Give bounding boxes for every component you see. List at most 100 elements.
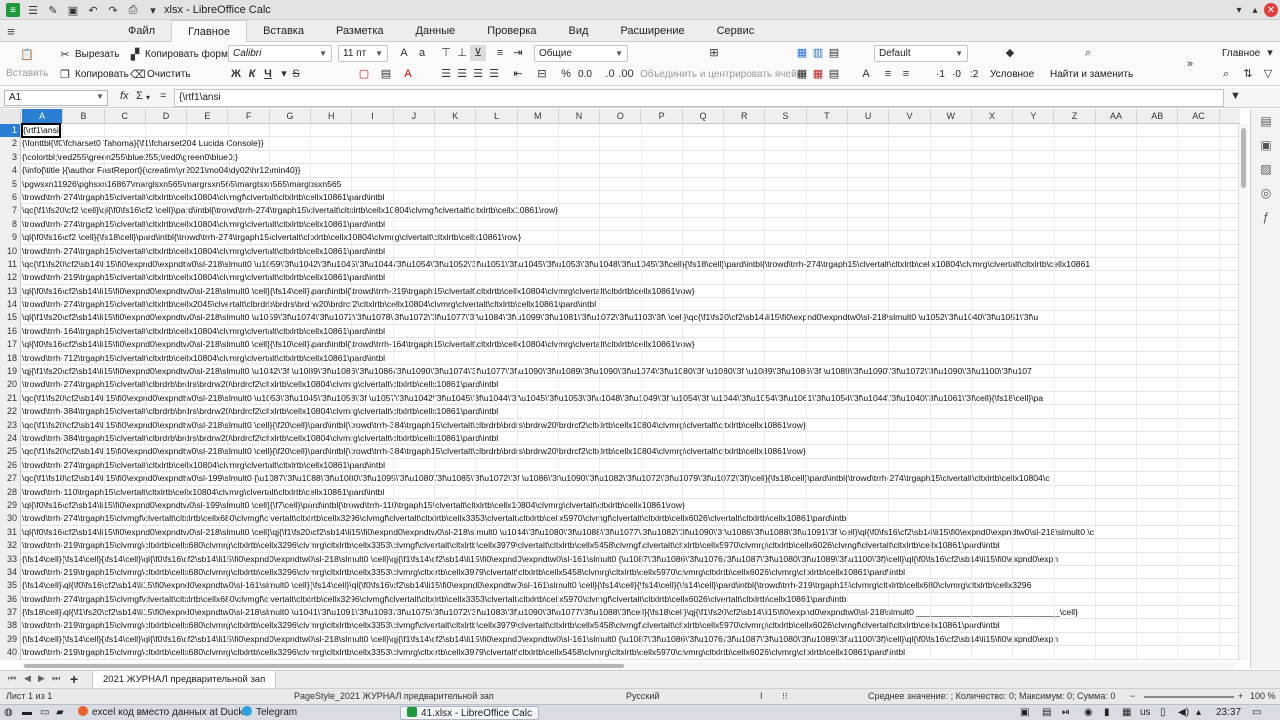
row-header[interactable]: 7 <box>0 204 21 218</box>
justify-icon[interactable]: ☰ <box>486 66 502 82</box>
bold-button[interactable]: Ж <box>228 66 244 82</box>
filter-icon[interactable]: ▽ <box>1260 66 1276 82</box>
column-header[interactable]: H <box>311 109 353 124</box>
cell[interactable]: \ql{\f1\fs20\cf2\sb14\li15\fi0\expnd0\ex… <box>22 311 1038 324</box>
cell[interactable]: {\fs18\cell}\ql{\f1\fs20\cf2\sb14\li15\f… <box>22 606 1078 619</box>
cell[interactable]: \trowd\trrh-219\trgaph15\clvmrg\cltxlrtb… <box>22 566 905 579</box>
row-icon[interactable]: ▥ <box>810 45 826 61</box>
tab-extension[interactable]: Расширение <box>604 20 700 42</box>
align-left-icon[interactable]: ☰ <box>438 66 454 82</box>
zoom-level[interactable]: 100 % <box>1250 691 1276 701</box>
paste-icon[interactable]: 📋 <box>20 48 37 61</box>
cell[interactable]: \trowd\trrh-219\trgaph15\clvmrg\cltxlrtb… <box>22 619 1000 632</box>
row-header[interactable]: 33 <box>0 552 21 566</box>
tab-data[interactable]: Данные <box>400 20 472 42</box>
insert-icon[interactable]: ▦ <box>794 66 810 82</box>
volume-icon[interactable]: ◀) <box>1178 706 1189 720</box>
shrink-font-icon[interactable]: a <box>414 45 430 61</box>
tab-file[interactable]: Файл <box>112 20 171 42</box>
zoom-slider[interactable] <box>1144 696 1234 698</box>
tray-icon-2[interactable]: ▤ <box>1042 706 1051 720</box>
show-desktop-icon[interactable]: ▭ <box>1252 706 1261 720</box>
italic-button[interactable]: К <box>244 66 260 82</box>
align-right-icon[interactable]: ☰ <box>470 66 486 82</box>
clipboard-icon[interactable]: ▯ <box>1160 706 1166 720</box>
row-header[interactable]: 31 <box>0 525 21 540</box>
column-header[interactable]: E <box>187 109 229 124</box>
copy-button[interactable]: ❐ Копировать <box>58 68 129 81</box>
row-header[interactable]: 30 <box>0 512 21 526</box>
row-header[interactable]: 5 <box>0 177 21 191</box>
add-decimal-icon[interactable]: .0 <box>602 66 618 82</box>
column-header[interactable]: A <box>22 109 64 124</box>
column-header[interactable]: K <box>435 109 477 124</box>
properties-icon[interactable]: ▤ <box>1251 109 1280 133</box>
column-header[interactable]: Q <box>683 109 725 124</box>
cell[interactable]: \trowd\trrh-274\trgaph15\clvertalt\cltxl… <box>22 298 596 311</box>
cell[interactable]: {\rtf1\ansi <box>21 122 61 139</box>
delete-icon[interactable]: ▦ <box>810 66 826 82</box>
number-format-button[interactable]: 0.0 <box>578 69 592 80</box>
align-middle-icon[interactable]: ⊥ <box>454 45 470 61</box>
row-header[interactable]: 21 <box>0 391 21 406</box>
cell[interactable]: \trowd\trrh-274\trgaph15\clvertalt\cltxl… <box>22 218 385 231</box>
row-header[interactable]: 11 <box>0 257 21 272</box>
row-header[interactable]: 20 <box>0 378 21 392</box>
highlight-icon[interactable]: ▤ <box>378 66 394 82</box>
column-header[interactable]: W <box>931 109 972 124</box>
redo-icon[interactable]: ↷ <box>106 3 120 17</box>
tab-view[interactable]: Вид <box>553 20 605 42</box>
column-header[interactable]: L <box>476 109 518 124</box>
merge-icon[interactable]: ⊞ <box>706 45 722 61</box>
row-header[interactable]: 27 <box>0 472 21 486</box>
column-header[interactable]: D <box>146 109 188 124</box>
row-header[interactable]: 24 <box>0 431 21 446</box>
pin-icon[interactable]: ✎ <box>46 3 60 17</box>
sum-icon[interactable]: Σ <box>136 90 143 102</box>
add-sheet-icon[interactable]: + <box>70 671 78 687</box>
vertical-scrollbar[interactable] <box>1238 124 1248 660</box>
cell[interactable]: {\colortbl;\red255\green255\blue255;\red… <box>22 151 238 164</box>
cell[interactable]: \trowd\trrh-219\trgaph15\clvmrg\cltxlrtb… <box>22 646 905 659</box>
align-bottom-icon[interactable]: ⊻ <box>470 45 486 61</box>
decimal-remove-button[interactable]: ·0 <box>952 69 961 80</box>
paste-button[interactable]: Вставить <box>6 68 48 79</box>
column-header[interactable]: G <box>270 109 312 124</box>
column-header[interactable]: T <box>807 109 848 124</box>
number-format-select[interactable]: Общие ▼ <box>534 45 628 62</box>
cell[interactable]: \trowd\trrh-110\trgaph15\clvertalt\cltxl… <box>22 486 384 499</box>
name-box[interactable]: A1 ▼ <box>4 90 108 106</box>
home-dropdown[interactable]: Главное <box>1222 48 1260 59</box>
copy-format-button[interactable]: ▞ Копировать формат <box>128 48 238 61</box>
last-sheet-icon[interactable]: ⏭ <box>52 673 60 684</box>
column-header[interactable]: S <box>765 109 807 124</box>
row-header[interactable]: 9 <box>0 231 21 245</box>
conditional-button[interactable]: Условное <box>990 69 1034 80</box>
start-menu-icon[interactable]: ◍ <box>4 706 13 720</box>
clock[interactable]: 23:37 <box>1216 706 1241 720</box>
row-header[interactable]: 14 <box>0 298 21 312</box>
row-header[interactable]: 6 <box>0 190 21 205</box>
task-telegram[interactable]: Telegram <box>236 706 303 720</box>
cell[interactable]: \ql{\f0\fs16\cf2 \cell}{\fs18\cell}\pard… <box>22 231 521 244</box>
cell[interactable]: \pgwsxn11926\pghsxn16867\marglsxn565\mar… <box>22 178 341 191</box>
chevron-down-icon[interactable]: ▾ <box>1262 45 1278 61</box>
cell[interactable]: \ql{\f0\fs16\cf2\sb14\li15\fi0\expnd0\ex… <box>22 499 685 512</box>
column-header[interactable]: N <box>559 109 601 124</box>
cell[interactable]: \qc{\f1\fs20\cf2 \cell}\ql{\f0\fs16\cf2 … <box>22 204 558 217</box>
gallery-icon[interactable]: ▨ <box>1251 157 1280 181</box>
sort-icon[interactable]: ⇅ <box>1240 66 1256 82</box>
first-sheet-icon[interactable]: ⏮ <box>8 673 16 684</box>
merge-center-button[interactable]: Объединить и центрировать ячейки <box>640 69 807 80</box>
cell[interactable]: \trowd\trrh-219\trgaph15\clvertalt\cltxl… <box>22 271 385 284</box>
cell[interactable]: \qc{\f1\fs20\cf2\sb14\li15\fi0\expnd0\ex… <box>22 445 806 458</box>
row-header[interactable]: 23 <box>0 418 21 432</box>
font-size-select[interactable]: 11 пт ▼ <box>338 45 388 62</box>
currency-icon[interactable]: ⊟ <box>534 66 550 82</box>
percent-button[interactable]: % <box>558 66 574 82</box>
folder-icon[interactable]: ▰ <box>56 706 64 720</box>
column-icon[interactable]: ▤ <box>826 45 842 61</box>
column-header[interactable]: B <box>63 109 105 124</box>
tab-tools[interactable]: Сервис <box>701 20 771 42</box>
cell[interactable]: \trowd\trrh-274\trgaph15\clvmgf\clvertal… <box>22 593 848 606</box>
